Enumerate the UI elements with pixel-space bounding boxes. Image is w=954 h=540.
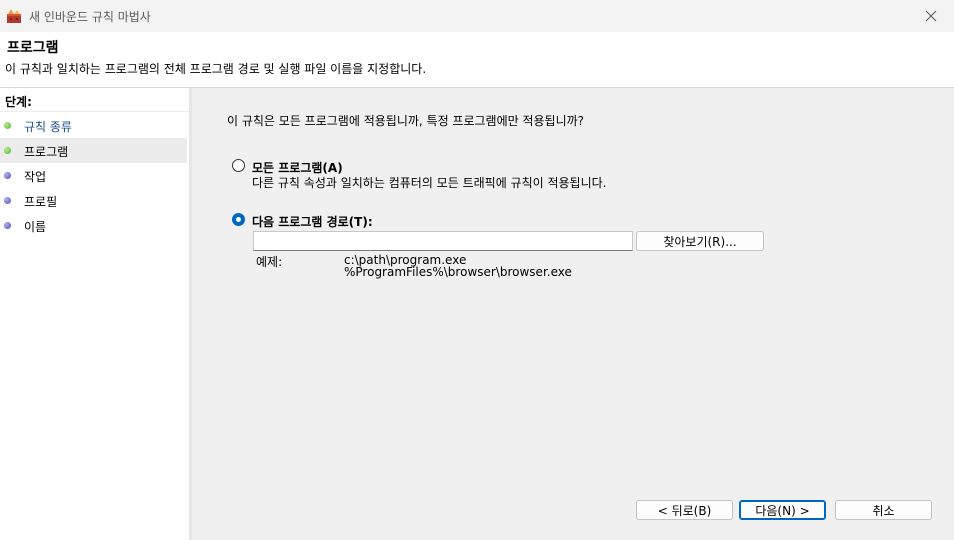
- step-label: 규칙 종류: [24, 120, 72, 134]
- sidebar-separator: [189, 88, 192, 540]
- steps-heading: 단계:: [5, 95, 32, 109]
- firewall-wizard-icon: [7, 9, 21, 23]
- step-label: 프로필: [24, 195, 58, 209]
- browse-button[interactable]: 찾아보기(R)...: [636, 231, 764, 251]
- steps-sidebar: 단계: 규칙 종류 프로그램 작업 프로필 이름: [0, 88, 189, 540]
- window-title: 새 인바운드 규칙 마법사: [29, 10, 151, 24]
- program-path-radio[interactable]: [232, 213, 245, 226]
- title-bar: 새 인바운드 규칙 마법사: [0, 0, 954, 32]
- step-profile: 프로필: [0, 188, 187, 213]
- step-program[interactable]: 프로그램: [0, 138, 187, 163]
- step-pending-icon: [4, 222, 11, 229]
- cancel-button[interactable]: 취소: [835, 500, 932, 520]
- step-pending-icon: [4, 172, 11, 179]
- divider: [0, 111, 189, 112]
- page-header: 프로그램 이 규칙과 일치하는 프로그램의 전체 프로그램 경로 및 실행 파일…: [0, 32, 954, 88]
- step-label: 작업: [24, 170, 47, 184]
- example-label: 예제:: [256, 255, 283, 269]
- close-icon: [925, 10, 937, 22]
- page-description: 이 규칙과 일치하는 프로그램의 전체 프로그램 경로 및 실행 파일 이름을 …: [5, 62, 427, 76]
- step-pending-icon: [4, 197, 11, 204]
- all-programs-description: 다른 규칙 속성과 일치하는 컴퓨터의 모든 트래픽에 규칙이 적용됩니다.: [252, 176, 607, 190]
- all-programs-radio[interactable]: [232, 159, 245, 172]
- step-complete-icon: [4, 147, 11, 154]
- step-label: 이름: [24, 220, 47, 234]
- back-button[interactable]: < 뒤로(B): [636, 500, 733, 520]
- step-action: 작업: [0, 163, 187, 188]
- step-complete-icon: [4, 122, 11, 129]
- page-title: 프로그램: [7, 40, 59, 56]
- step-rule-type[interactable]: 규칙 종류: [0, 113, 187, 138]
- next-button[interactable]: 다음(N) >: [739, 500, 826, 520]
- program-path-label[interactable]: 다음 프로그램 경로(T):: [252, 213, 373, 230]
- step-name: 이름: [0, 213, 187, 238]
- close-button[interactable]: [908, 0, 954, 32]
- example-path-2: %ProgramFiles%\browser\browser.exe: [344, 265, 572, 279]
- step-label: 프로그램: [24, 145, 69, 159]
- program-path-input[interactable]: [253, 231, 633, 251]
- question-text: 이 규칙은 모든 프로그램에 적용됩니까, 특정 프로그램에만 적용됩니까?: [227, 114, 585, 128]
